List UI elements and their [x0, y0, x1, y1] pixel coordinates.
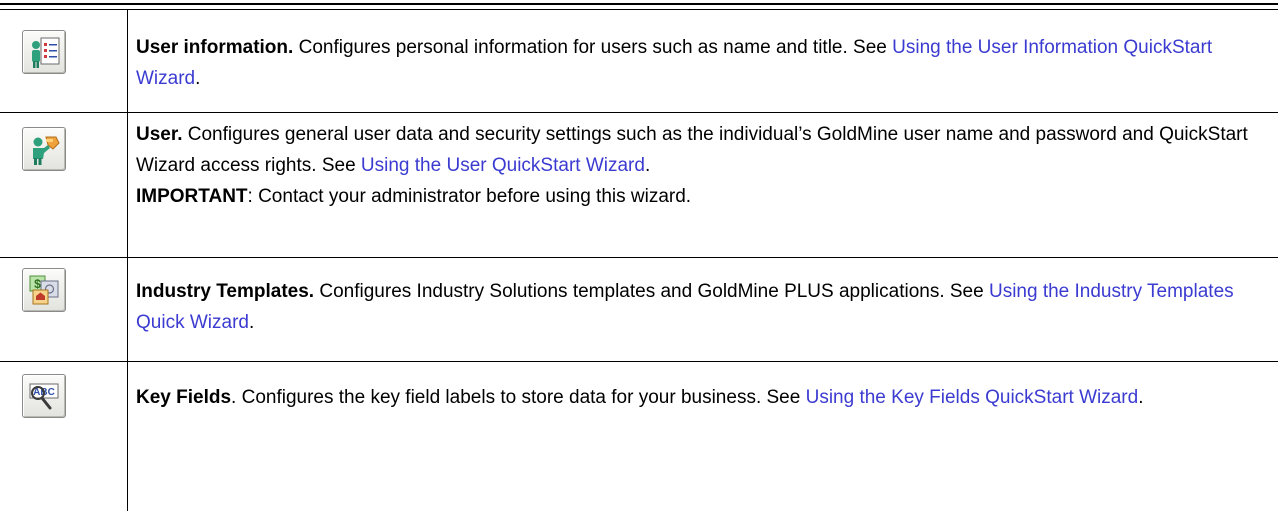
table-row: User. Configures general user data and s…: [0, 113, 1278, 257]
important-label: IMPORTANT: [136, 186, 248, 207]
important-text: : Contact your administrator before usin…: [247, 186, 692, 207]
row-description: Industry Templates. Configures Industry …: [136, 276, 1256, 338]
icon-cell: $: [0, 258, 127, 361]
icon-cell: [0, 113, 127, 257]
row-description: Key Fields. Configures the key field lab…: [136, 382, 1256, 413]
icon-cell: ABC: [0, 362, 127, 511]
user-info-icon[interactable]: [22, 30, 66, 74]
wizard-link[interactable]: Using the Key Fields QuickStart Wizard: [806, 387, 1139, 408]
row-end: .: [644, 155, 651, 176]
key-fields-icon[interactable]: ABC: [22, 374, 66, 418]
row-text: Configures personal information for user…: [293, 37, 893, 58]
row-title: Industry Templates.: [136, 281, 315, 302]
row-text: Configures Industry Solutions templates …: [314, 281, 989, 302]
row-title: Key Fields: [136, 387, 232, 408]
wizard-link[interactable]: Using the User QuickStart Wizard: [361, 155, 645, 176]
row-end: .: [1138, 387, 1144, 408]
row-title: User.: [136, 124, 183, 145]
table-row: $ Industry Templates. Configures Industr…: [0, 258, 1278, 361]
row-end: .: [195, 68, 201, 89]
row-description: User information. Configures personal in…: [136, 32, 1256, 94]
industry-templates-icon[interactable]: $: [22, 268, 66, 312]
row-title: User information.: [136, 37, 294, 58]
wizard-table: User information. Configures personal in…: [0, 0, 1278, 511]
top-double-rule: [0, 3, 1278, 5]
table-row: User information. Configures personal in…: [0, 10, 1278, 112]
icon-cell: [0, 10, 127, 112]
row-text: . Configures the key field labels to sto…: [231, 387, 806, 408]
svg-text:$: $: [34, 277, 41, 291]
row-description: User. Configures general user data and s…: [136, 119, 1256, 212]
row-text: Configures general user data and securit…: [136, 124, 1248, 176]
row-end: .: [248, 312, 255, 333]
table-row: ABC Key Fields. Configures the key field…: [0, 362, 1278, 511]
user-key-icon[interactable]: [22, 127, 66, 171]
